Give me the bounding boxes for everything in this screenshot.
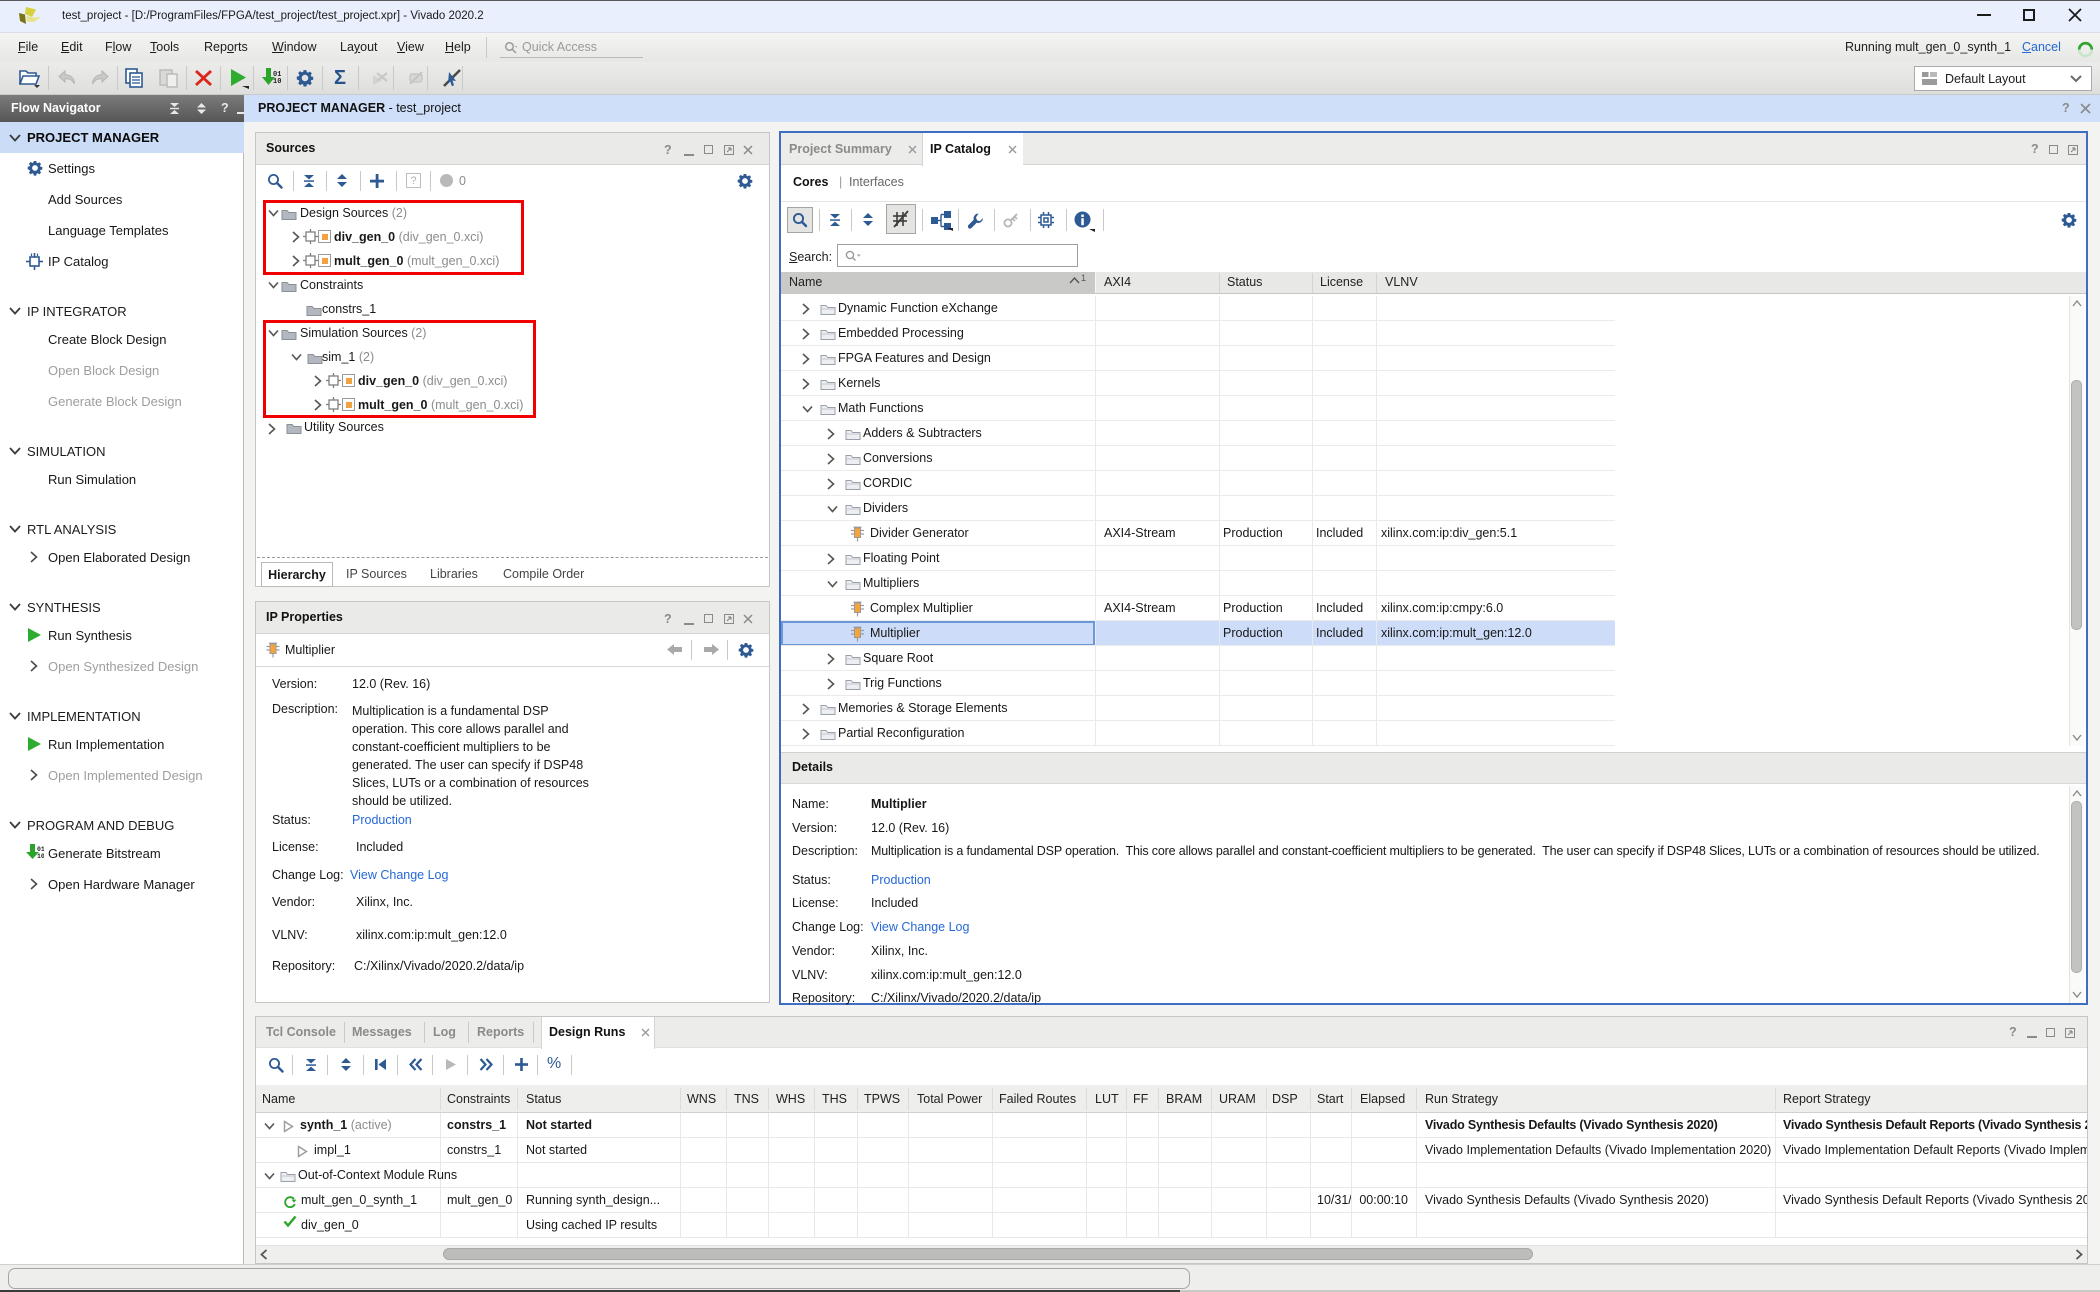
svg-text:01: 01 (37, 846, 44, 853)
svg-text:10: 10 (37, 853, 44, 860)
svg-text:10: 10 (273, 78, 281, 86)
